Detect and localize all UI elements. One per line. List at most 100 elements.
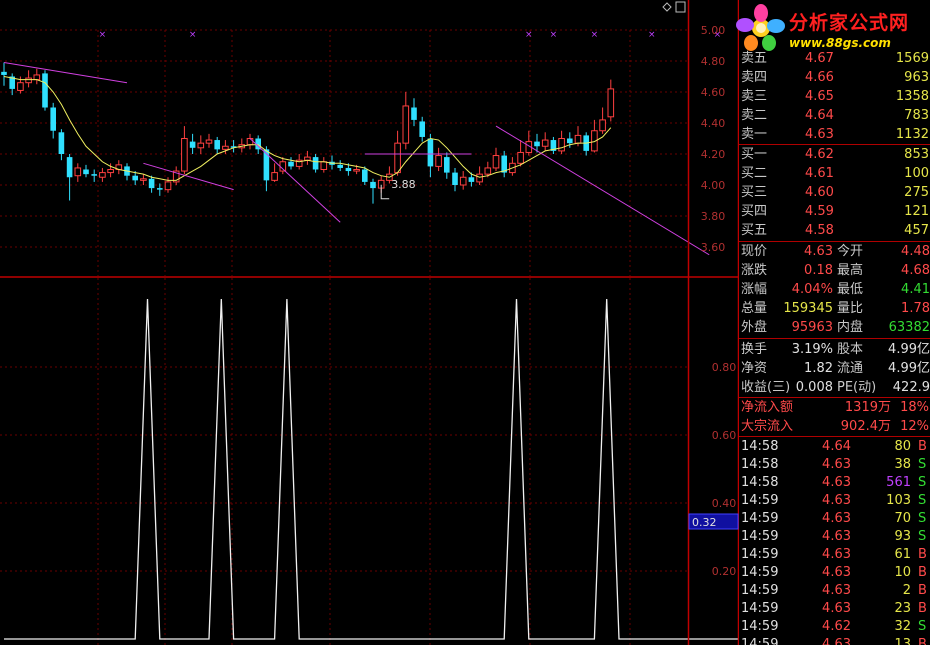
trade-time: 14:58 [741, 457, 779, 472]
candle-body [435, 155, 442, 167]
candle-body [189, 141, 196, 148]
trade-side: B [918, 637, 927, 645]
trade-side: B [918, 439, 927, 454]
stat-label: 今开 [837, 244, 864, 259]
bid-label: 买三 [741, 185, 768, 200]
bid-price: 4.59 [805, 204, 834, 219]
lower-y-tick: 0.60 [712, 429, 737, 442]
candle-body [17, 82, 24, 91]
trade-time: 14:59 [741, 619, 779, 634]
trade-volume: 61 [894, 547, 911, 562]
trade-row: 14:59 4.63 10 B [739, 564, 930, 582]
candle-body [107, 169, 114, 174]
trade-time: 14:59 [741, 529, 779, 544]
bid-price: 4.62 [805, 147, 834, 162]
candle-body [288, 161, 294, 167]
candle-body [476, 173, 483, 183]
stat-value: 4.04% [791, 282, 833, 297]
trade-time: 14:59 [741, 493, 779, 508]
stat-label: 涨幅 [741, 282, 768, 297]
trade-volume: 93 [894, 529, 911, 544]
trade-side: S [918, 475, 927, 490]
trade-row: 14:59 4.63 2 B [739, 582, 930, 600]
bid-label: 买一 [741, 147, 768, 162]
bid-volume: 121 [904, 204, 929, 219]
stat-value: 4.68 [901, 263, 930, 278]
candle-body [66, 157, 73, 178]
stat-value: 1.78 [901, 301, 930, 316]
bid-label: 买五 [741, 223, 768, 238]
trade-volume: 10 [894, 565, 911, 580]
chart-area[interactable]: × × × × × × ×3.88 5.004.804.604.404.204.003.80… [0, 0, 739, 645]
trade-side: B [918, 601, 927, 616]
flow-row: 大宗流入 902.4万 12% [739, 418, 930, 436]
trade-row: 14:59 4.63 13 B [739, 636, 930, 645]
candle-body [353, 169, 360, 172]
stat-value: 0.18 [804, 263, 833, 278]
stat-row: 外盘 95963 内盘 63382 [739, 319, 930, 337]
trade-price: 4.63 [822, 637, 851, 645]
trade-price: 4.63 [822, 457, 851, 472]
stat-label: 换手 [741, 342, 768, 357]
stat-row: 换手 3.19% 股本 4.99亿 [739, 341, 930, 359]
stat-row: 现价 4.63 今开 4.48 [739, 243, 930, 261]
candle-body [140, 178, 147, 181]
x-marker: × [591, 30, 599, 40]
upper-y-tick: 3.80 [701, 210, 726, 223]
bid-label: 买二 [741, 166, 768, 181]
ask-label: 卖一 [741, 127, 768, 142]
trade-time: 14:59 [741, 547, 779, 562]
trend-line [249, 138, 341, 223]
corner-icons[interactable] [662, 1, 686, 13]
trade-price: 4.63 [822, 547, 851, 562]
trade-side: S [918, 457, 927, 472]
trade-row: 14:59 4.63 61 B [739, 546, 930, 564]
candle-body [558, 138, 565, 152]
candle-body [517, 151, 524, 164]
bid-price: 4.58 [805, 223, 834, 238]
stat-value: 0.008 [795, 380, 833, 395]
flow-row: 净流入额 1319万 18% [739, 399, 930, 417]
candle-body [157, 188, 163, 190]
trade-time: 14:58 [741, 439, 779, 454]
ask-label: 卖三 [741, 89, 768, 104]
stat-value: 63382 [888, 320, 930, 335]
flow-percent: 12% [900, 419, 929, 434]
bid-row: 买二 4.61 100 [739, 165, 930, 183]
bid-row: 买五 4.58 457 [739, 222, 930, 240]
trade-side: B [918, 547, 927, 562]
trade-row: 14:58 4.63 561 S [739, 474, 930, 492]
trade-price: 4.64 [822, 439, 851, 454]
candle-body [607, 88, 615, 118]
bid-label: 买四 [741, 204, 768, 219]
lower-y-tick: 0.80 [712, 361, 737, 374]
x-marker: × [189, 30, 197, 40]
candle-body [320, 161, 328, 170]
candle-body [99, 172, 106, 178]
upper-y-tick: 3.60 [701, 241, 726, 254]
candlestick-series [1, 62, 615, 204]
bid-row: 买三 4.60 275 [739, 184, 930, 202]
ask-volume: 1358 [895, 89, 929, 104]
diamond-icon[interactable] [662, 2, 672, 12]
trade-time: 14:59 [741, 583, 779, 598]
lower-grid [0, 278, 688, 645]
trade-volume: 561 [886, 475, 911, 490]
candle-body [468, 177, 475, 182]
window-icon[interactable] [675, 1, 686, 13]
trade-volume: 80 [894, 439, 911, 454]
candle-body [541, 139, 549, 147]
upper-grid [0, 29, 688, 276]
flower-logo-icon [736, 4, 785, 51]
candle-body [197, 142, 205, 149]
current-value-box: 0.32 [688, 513, 739, 530]
candle-body [444, 157, 450, 173]
trade-side: S [918, 493, 927, 508]
upper-y-tick: 5.00 [701, 24, 726, 37]
trade-volume: 32 [894, 619, 911, 634]
panel-separator [739, 397, 930, 398]
ask-volume: 963 [904, 70, 929, 85]
ask-row: 卖二 4.64 783 [739, 107, 930, 125]
site-logo: 分析家公式网 www.88gs.com [733, 2, 930, 54]
candle-body [148, 178, 155, 189]
